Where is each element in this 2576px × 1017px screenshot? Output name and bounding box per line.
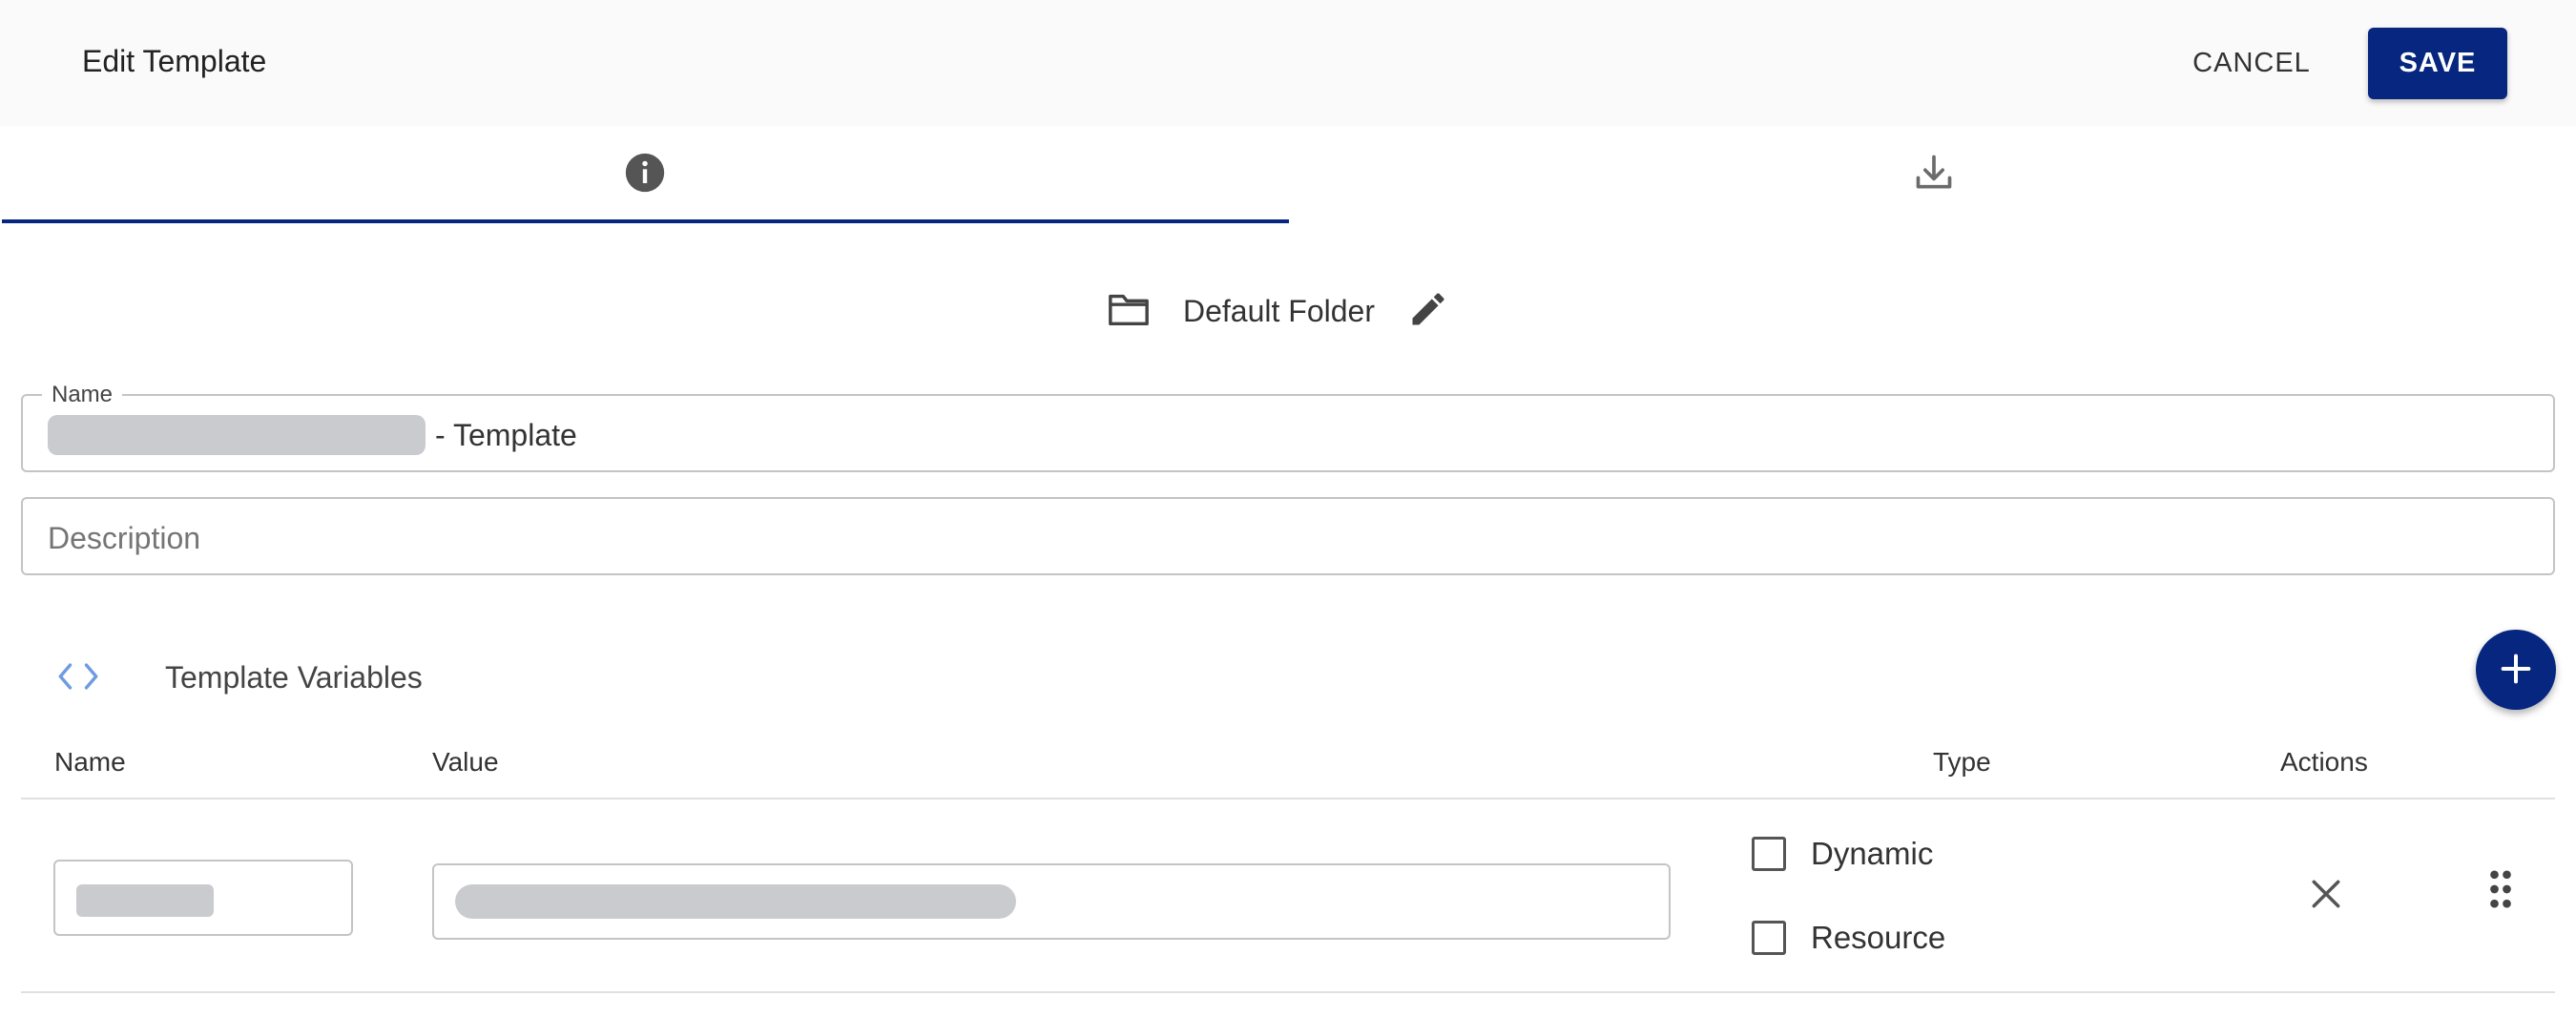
checkbox[interactable]: [1752, 837, 1786, 871]
tab-info[interactable]: [0, 126, 1289, 223]
column-header-type: Type: [1933, 747, 1991, 777]
description-field[interactable]: [21, 497, 2555, 575]
name-field[interactable]: Name - Template: [21, 382, 2555, 472]
name-suffix: - Template: [435, 417, 577, 452]
dialog-title: Edit Template: [82, 44, 267, 78]
cancel-button[interactable]: CANCEL: [2175, 29, 2328, 97]
tab-bar: [0, 126, 2576, 225]
folder-icon: [1107, 290, 1151, 333]
type-resource-checkbox[interactable]: Resource: [1752, 920, 1945, 956]
variable-name-input[interactable]: [53, 860, 353, 936]
description-input[interactable]: [48, 516, 2509, 560]
code-icon: [55, 660, 101, 697]
table-row-divider: [21, 991, 2555, 993]
active-tab-indicator: [2, 219, 1289, 223]
checkbox[interactable]: [1752, 921, 1786, 955]
folder-label: Default Folder: [1183, 293, 1375, 328]
add-variable-button[interactable]: [2476, 630, 2556, 710]
redacted-text: [455, 884, 1016, 919]
redacted-text: [48, 415, 426, 455]
close-icon[interactable]: [2308, 876, 2344, 917]
name-field-value: - Template: [48, 413, 577, 457]
redacted-text: [76, 884, 214, 917]
save-button[interactable]: SAVE: [2368, 28, 2507, 99]
info-icon: [624, 152, 666, 198]
column-header-actions: Actions: [2280, 747, 2368, 777]
column-header-value: Value: [432, 747, 499, 777]
checkbox-label: Dynamic: [1811, 836, 1934, 871]
plus-icon: [2497, 650, 2535, 691]
checkbox-label: Resource: [1811, 920, 1946, 955]
tab-export[interactable]: [1289, 126, 2576, 223]
type-dynamic-checkbox[interactable]: Dynamic: [1752, 836, 1933, 872]
table-header-divider: [21, 798, 2555, 799]
pencil-icon[interactable]: [1407, 288, 1449, 335]
download-icon: [1913, 152, 1955, 198]
drag-handle-icon[interactable]: [2488, 868, 2513, 915]
folder-selector: Default Folder: [1107, 284, 1449, 338]
template-variables-title: Template Variables: [165, 660, 423, 695]
edit-template-dialog: Edit Template CANCEL SAVE Default Folder…: [0, 0, 2576, 1017]
variable-value-input[interactable]: [432, 863, 1671, 940]
name-field-label: Name: [42, 382, 123, 408]
dialog-header: Edit Template CANCEL SAVE: [0, 0, 2576, 126]
column-header-name: Name: [54, 747, 126, 777]
